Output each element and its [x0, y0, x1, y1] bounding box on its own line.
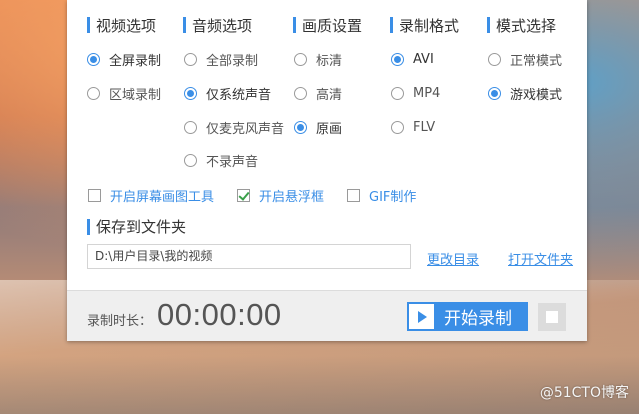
radio-label: 全部录制 [206, 53, 259, 69]
radio-indicator[interactable] [87, 52, 100, 66]
checkbox-box[interactable] [88, 189, 101, 202]
record-format-title: 录制格式 [399, 16, 460, 35]
section-marker [293, 17, 296, 33]
radio-indicator[interactable] [391, 86, 404, 100]
quality-settings-header: 画质设置 [293, 16, 363, 35]
radio-label: AVI [413, 51, 434, 67]
radio-indicator[interactable] [488, 86, 501, 100]
radio-label: 高清 [316, 87, 343, 103]
record-footer: 录制时长： 00:00:00 开始录制 [67, 290, 587, 341]
radio-label: 游戏模式 [510, 87, 563, 103]
save-folder-header: 保存到文件夹 [87, 216, 186, 237]
radio-indicator[interactable] [294, 120, 307, 134]
radio-audio-mic-only[interactable]: 仅麦克风声音 [184, 118, 285, 137]
video-options-title: 视频选项 [96, 16, 157, 35]
quality-settings-title: 画质设置 [302, 16, 363, 35]
radio-label: FLV [413, 119, 436, 135]
section-marker [390, 17, 393, 33]
radio-label: 原画 [316, 121, 343, 137]
section-marker [487, 17, 490, 33]
radio-audio-none[interactable]: 不录声音 [184, 151, 259, 170]
audio-options-header: 音频选项 [183, 16, 253, 35]
record-format-header: 录制格式 [390, 16, 460, 35]
open-folder-link[interactable]: 打开文件夹 [508, 249, 573, 268]
stop-icon [546, 311, 558, 323]
checkbox-label: GIF制作 [369, 190, 417, 205]
radio-indicator[interactable] [391, 52, 404, 66]
checkbox-float-window[interactable]: 开启悬浮框 [237, 186, 324, 205]
video-options-header: 视频选项 [87, 16, 157, 35]
recorder-panel: 视频选项 音频选项 画质设置 录制格式 模式选择 全屏录制 区域录制 全部录制 … [67, 0, 587, 341]
radio-quality-hd[interactable]: 高清 [294, 84, 343, 103]
change-directory-link[interactable]: 更改目录 [427, 249, 479, 268]
radio-label: 区域录制 [109, 87, 162, 103]
start-record-button[interactable]: 开始录制 [407, 302, 528, 331]
stop-record-button[interactable] [538, 303, 566, 331]
checkbox-screen-paint-tool[interactable]: 开启屏幕画图工具 [88, 186, 214, 205]
radio-quality-sd[interactable]: 标清 [294, 50, 343, 69]
start-record-label: 开始录制 [444, 309, 512, 329]
checkbox-label: 开启屏幕画图工具 [110, 190, 215, 205]
record-timer: 00:00:00 [157, 297, 282, 332]
section-marker [87, 17, 90, 33]
radio-audio-all[interactable]: 全部录制 [184, 50, 259, 69]
radio-indicator[interactable] [391, 120, 404, 134]
section-marker [183, 17, 186, 33]
checkbox-box[interactable] [237, 189, 250, 202]
radio-label: 全屏录制 [109, 53, 162, 69]
mode-select-header: 模式选择 [487, 16, 557, 35]
play-icon [409, 304, 434, 329]
save-folder-title: 保存到文件夹 [96, 218, 187, 236]
duration-label: 录制时长： [87, 314, 153, 329]
checkbox-label: 开启悬浮框 [259, 190, 325, 205]
radio-mode-game[interactable]: 游戏模式 [488, 84, 563, 103]
radio-format-mp4[interactable]: MP4 [391, 84, 440, 102]
radio-label: 不录声音 [206, 154, 259, 170]
save-path-field[interactable]: D:\用户目录\我的视频 [87, 244, 411, 269]
section-marker [87, 218, 90, 235]
radio-fullscreen-record[interactable]: 全屏录制 [87, 50, 162, 69]
mode-select-title: 模式选择 [496, 16, 557, 35]
checkbox-gif-maker[interactable]: GIF制作 [347, 186, 416, 205]
audio-options-title: 音频选项 [192, 16, 253, 35]
radio-indicator[interactable] [184, 120, 197, 134]
radio-quality-original[interactable]: 原画 [294, 118, 343, 137]
radio-format-avi[interactable]: AVI [391, 50, 434, 68]
radio-label: 仅麦克风声音 [206, 121, 285, 137]
radio-label: 标清 [316, 53, 343, 69]
radio-indicator[interactable] [87, 86, 100, 100]
radio-audio-system-only[interactable]: 仅系统声音 [184, 84, 272, 103]
radio-label: MP4 [413, 85, 441, 101]
checkbox-box[interactable] [347, 189, 360, 202]
radio-indicator[interactable] [184, 86, 197, 100]
radio-label: 正常模式 [510, 53, 563, 69]
radio-indicator[interactable] [488, 52, 501, 66]
radio-indicator[interactable] [184, 52, 197, 66]
radio-mode-normal[interactable]: 正常模式 [488, 50, 563, 69]
watermark-text: @51CTO博客 [539, 385, 629, 401]
radio-indicator[interactable] [294, 86, 307, 100]
radio-format-flv[interactable]: FLV [391, 118, 435, 136]
radio-label: 仅系统声音 [206, 87, 272, 103]
radio-indicator[interactable] [184, 153, 197, 167]
radio-region-record[interactable]: 区域录制 [87, 84, 162, 103]
radio-indicator[interactable] [294, 52, 307, 66]
